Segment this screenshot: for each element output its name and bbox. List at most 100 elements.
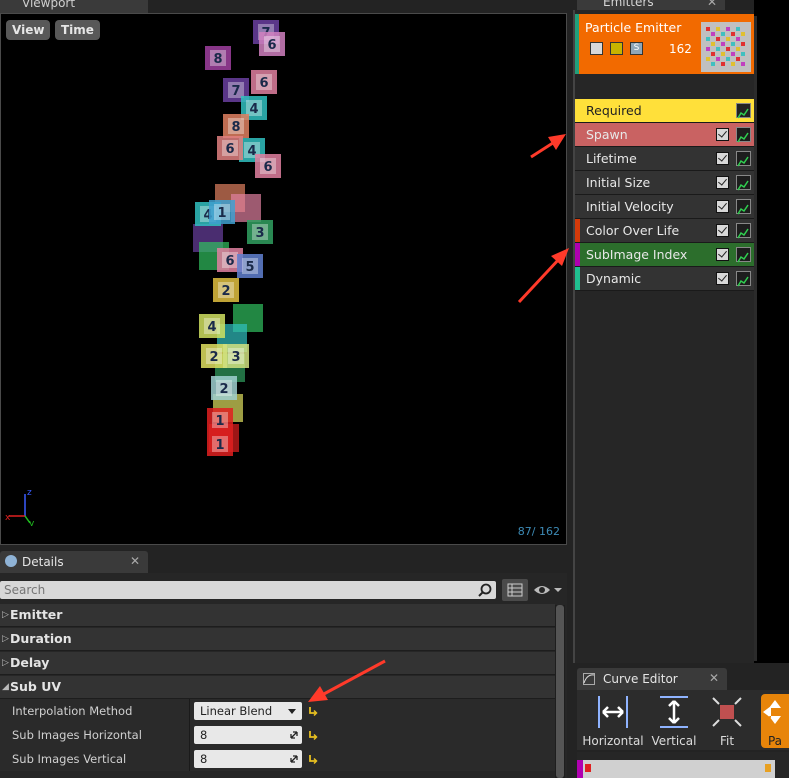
category-delay[interactable]: ▷ Delay bbox=[0, 652, 555, 675]
expand-arrow-icon: ▷ bbox=[2, 658, 9, 668]
thumbnail-cell bbox=[711, 32, 715, 36]
category-emitter[interactable]: ▷ Emitter bbox=[0, 604, 555, 627]
svg-text:y: y bbox=[29, 519, 35, 526]
graph-icon[interactable] bbox=[736, 175, 751, 191]
particle-label: 2 bbox=[221, 284, 230, 299]
graph-icon[interactable] bbox=[736, 223, 751, 239]
module-lifetime[interactable]: Lifetime bbox=[575, 147, 754, 171]
close-icon[interactable]: ✕ bbox=[707, 0, 717, 9]
particle-label: 2 bbox=[209, 350, 218, 365]
emitters-tab[interactable]: Emitters ✕ bbox=[577, 0, 725, 10]
thumbnail-cell bbox=[741, 62, 745, 66]
reset-to-default-icon[interactable] bbox=[308, 729, 318, 741]
graph-icon[interactable] bbox=[736, 127, 751, 143]
graph-icon[interactable] bbox=[736, 199, 751, 215]
emitter-thumbnail bbox=[701, 22, 751, 72]
thumbnail-cell bbox=[736, 37, 740, 41]
details-scrollbar[interactable] bbox=[555, 605, 565, 778]
thumbnail-cell bbox=[711, 42, 715, 46]
module-checkbox[interactable] bbox=[716, 224, 729, 237]
viewport-tab[interactable]: Viewport bbox=[0, 0, 148, 13]
enable-checkbox[interactable] bbox=[590, 42, 603, 55]
curve-preview[interactable] bbox=[577, 752, 789, 778]
view-options-button[interactable] bbox=[532, 581, 564, 599]
search-input[interactable] bbox=[4, 581, 464, 599]
thumbnail-cell bbox=[726, 27, 730, 31]
resize-handle-icon[interactable] bbox=[289, 730, 299, 740]
thumbnail-cell bbox=[726, 37, 730, 41]
particle-sprite: 2 bbox=[211, 376, 237, 400]
module-checkbox[interactable] bbox=[716, 152, 729, 165]
key-marker[interactable] bbox=[765, 764, 771, 772]
particle-sprite: 6 bbox=[217, 136, 243, 160]
close-icon[interactable]: ✕ bbox=[709, 671, 719, 685]
module-checkbox[interactable] bbox=[716, 176, 729, 189]
expand-arrow-icon: ▷ bbox=[2, 634, 9, 644]
particle-label: 3 bbox=[231, 350, 240, 365]
particle-label: 4 bbox=[207, 320, 216, 335]
details-tab-label: Details bbox=[22, 555, 64, 569]
details-tab[interactable]: Details ✕ bbox=[0, 551, 148, 573]
close-icon[interactable]: ✕ bbox=[130, 554, 140, 568]
graph-icon[interactable] bbox=[736, 151, 751, 167]
module-dynamic[interactable]: Dynamic bbox=[575, 267, 754, 291]
thumbnail-cell bbox=[736, 27, 740, 31]
category-duration[interactable]: ▷ Duration bbox=[0, 628, 555, 651]
thumbnail-cell bbox=[716, 27, 720, 31]
sub-images-vertical-field[interactable]: 8 bbox=[194, 750, 302, 768]
horizontal-button[interactable]: Horizontal bbox=[581, 694, 645, 748]
module-checkbox[interactable] bbox=[716, 200, 729, 213]
module-checkbox[interactable] bbox=[716, 128, 729, 141]
category-subuv[interactable]: ◢ Sub UV bbox=[0, 676, 555, 699]
particle-sprite: 1 bbox=[209, 200, 235, 224]
thumbnail-cell bbox=[711, 62, 715, 66]
particle-sprite: 3 bbox=[223, 344, 249, 368]
thumbnail-cell bbox=[706, 47, 710, 51]
interpolation-method-dropdown[interactable]: Linear Blend bbox=[194, 702, 302, 720]
emitter-card[interactable]: Particle Emitter S 162 bbox=[575, 14, 754, 74]
vertical-button[interactable]: Vertical bbox=[647, 694, 701, 748]
module-spawn[interactable]: Spawn bbox=[575, 123, 754, 147]
particle-sprite: 2 bbox=[213, 278, 239, 302]
search-icon[interactable] bbox=[478, 583, 492, 597]
module-initial-velocity[interactable]: Initial Velocity bbox=[575, 195, 754, 219]
pan-button[interactable]: Pa bbox=[761, 694, 789, 748]
solo-button[interactable]: S bbox=[630, 42, 643, 55]
particle-label: 1 bbox=[215, 438, 224, 453]
thumbnail-cell bbox=[721, 32, 725, 36]
property-interpolation-method: Interpolation Method Linear Blend bbox=[0, 699, 555, 723]
thumbnail-cell bbox=[706, 57, 710, 61]
graph-icon[interactable] bbox=[736, 247, 751, 263]
module-checkbox[interactable] bbox=[716, 248, 729, 261]
module-checkbox[interactable] bbox=[716, 272, 729, 285]
module-color-over-life[interactable]: Color Over Life bbox=[575, 219, 754, 243]
module-initial-size[interactable]: Initial Size bbox=[575, 171, 754, 195]
thumbnail-cell bbox=[731, 32, 735, 36]
search-box[interactable] bbox=[0, 581, 496, 599]
sub-images-horizontal-field[interactable]: 8 bbox=[194, 726, 302, 744]
particle-preview: 7686748466413652423211 bbox=[193, 20, 285, 456]
module-required[interactable]: Required bbox=[575, 99, 754, 123]
key-marker[interactable] bbox=[585, 764, 591, 772]
reset-to-default-icon[interactable] bbox=[308, 753, 318, 765]
particle-sprite: 3 bbox=[247, 220, 273, 244]
render-mode-icon[interactable] bbox=[610, 42, 623, 55]
list-view-button[interactable] bbox=[502, 579, 528, 601]
viewport[interactable]: View Time 7686748466413652423211 z x y 8… bbox=[0, 13, 567, 545]
fit-vertical-icon bbox=[660, 696, 688, 728]
particle-sprite: 5 bbox=[237, 254, 263, 278]
graph-icon[interactable] bbox=[736, 103, 751, 119]
curve-editor-tab-label: Curve Editor bbox=[603, 672, 678, 686]
module-subimage-index[interactable]: SubImage Index bbox=[575, 243, 754, 267]
thumbnail-cell bbox=[716, 37, 720, 41]
reset-to-default-icon[interactable] bbox=[308, 705, 318, 717]
particle-label: 3 bbox=[255, 226, 264, 241]
fit-button[interactable]: Fit bbox=[705, 694, 749, 748]
graph-icon[interactable] bbox=[736, 271, 751, 287]
curve-editor-tab[interactable]: Curve Editor ✕ bbox=[577, 668, 727, 690]
fit-icon bbox=[712, 697, 742, 727]
scrollbar-thumb[interactable] bbox=[556, 605, 564, 778]
resize-handle-icon[interactable] bbox=[289, 754, 299, 764]
particle-sprite: 1 bbox=[207, 432, 233, 456]
thumbnail-cell bbox=[731, 52, 735, 56]
